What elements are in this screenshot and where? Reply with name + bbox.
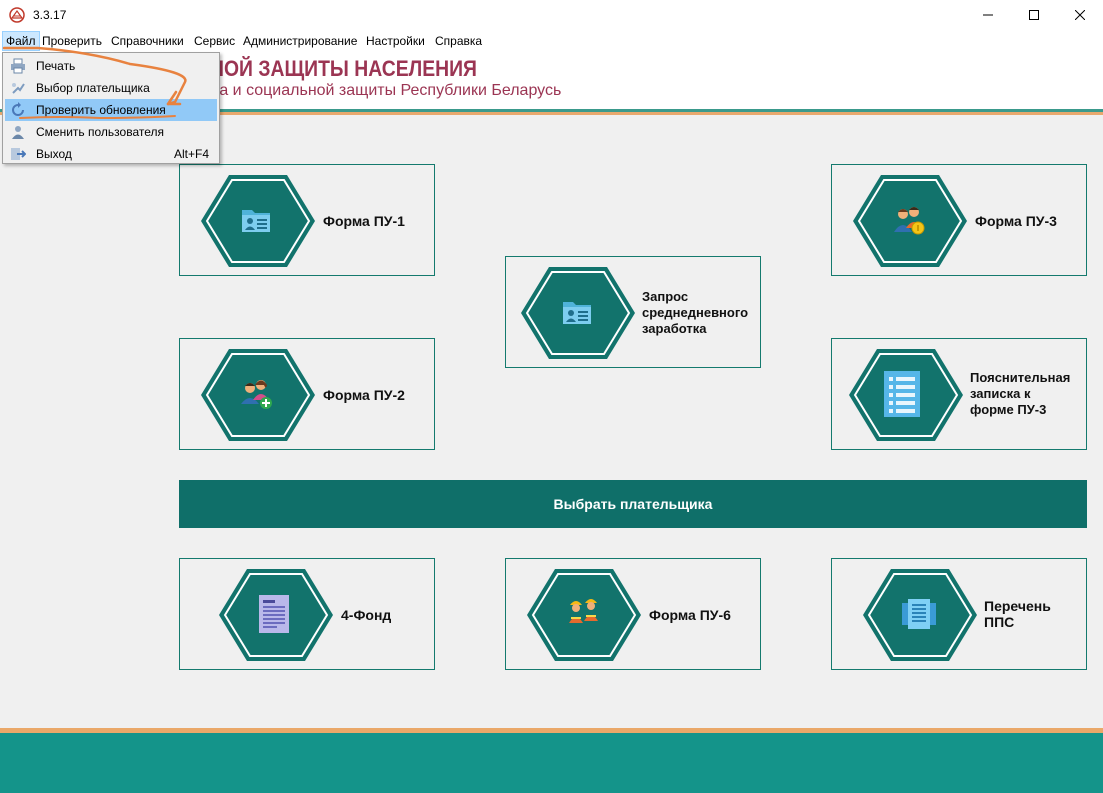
card-average-earnings-request[interactable]: Запрос среднедневного заработка <box>505 256 761 368</box>
menu-references[interactable]: Справочники <box>108 31 187 51</box>
card-label: Пояснительная записка к форме ПУ-3 <box>970 370 1071 417</box>
pick-payer-icon <box>12 83 25 94</box>
card-pu1[interactable]: Форма ПУ-1 <box>179 164 435 276</box>
card-label: Форма ПУ-6 <box>649 607 731 623</box>
people-coin-icon <box>894 207 925 235</box>
refresh-icon <box>12 102 24 116</box>
banner-title: НОЙ ЗАЩИТЫ НАСЕЛЕНИЯ <box>210 56 477 81</box>
file-menu-dropdown: Печать Выбор плательщика Проверить обнов… <box>2 52 220 164</box>
card-label: Форма ПУ-3 <box>975 213 1057 229</box>
shortcut-label: Alt+F4 <box>173 147 209 161</box>
file-menu-exit[interactable]: Выход Alt+F4 <box>5 143 217 165</box>
card-pps-list[interactable]: Перечень ППС <box>831 558 1087 670</box>
exit-icon <box>11 148 26 160</box>
menu-file[interactable]: Файл <box>2 31 40 51</box>
file-menu-check-updates[interactable]: Проверить обновления <box>5 99 217 121</box>
card-label: Форма ПУ-1 <box>323 213 405 229</box>
list-document-icon <box>884 371 920 417</box>
menu-help[interactable]: Справка <box>432 31 485 51</box>
card-label: Перечень ППС <box>984 598 1051 630</box>
main-panel: Форма ПУ-1 Форма ПУ-3 Запрос среднедневн… <box>0 115 1103 728</box>
card-4-fond[interactable]: 4-Фонд <box>179 558 435 670</box>
card-label: Форма ПУ-2 <box>323 387 405 403</box>
user-icon <box>12 126 24 139</box>
file-menu-print[interactable]: Печать <box>5 55 217 77</box>
card-explanatory-note[interactable]: Пояснительная записка к форме ПУ-3 <box>831 338 1087 450</box>
documents-stack-icon <box>902 599 936 629</box>
printer-icon <box>11 58 25 74</box>
card-pu2[interactable]: Форма ПУ-2 <box>179 338 435 450</box>
menu-check[interactable]: Проверить <box>39 31 105 51</box>
select-payer-button[interactable]: Выбрать плательщика <box>179 480 1087 528</box>
card-pu6[interactable]: Форма ПУ-6 <box>505 558 761 670</box>
close-icon <box>1075 10 1085 20</box>
minimize-button[interactable] <box>965 0 1011 30</box>
file-menu-select-payer[interactable]: Выбор плательщика <box>5 77 217 99</box>
banner-subtitle: да и социальной защиты Республики Белару… <box>210 82 562 99</box>
maximize-button[interactable] <box>1011 0 1057 30</box>
card-label: 4-Фонд <box>341 607 392 623</box>
menu-administration[interactable]: Администрирование <box>240 31 360 51</box>
window-title: 3.3.17 <box>33 8 67 22</box>
people-add-icon <box>241 380 272 409</box>
menu-settings[interactable]: Настройки <box>363 31 428 51</box>
menu-service[interactable]: Сервис <box>191 31 238 51</box>
file-menu-switch-user[interactable]: Сменить пользователя <box>5 121 217 143</box>
title-bar: 3.3.17 <box>0 0 1103 30</box>
close-button[interactable] <box>1057 0 1103 30</box>
minimize-icon <box>983 14 993 16</box>
card-label: Запрос среднедневного заработка <box>642 289 749 336</box>
document-icon <box>259 595 289 633</box>
folder-person-icon <box>563 302 591 324</box>
workers-icon <box>569 599 598 623</box>
footer-bar <box>0 733 1103 793</box>
menu-bar: Файл Проверить Справочники Сервис Админи… <box>0 31 1103 51</box>
folder-person-icon <box>242 210 270 232</box>
card-pu3[interactable]: Форма ПУ-3 <box>831 164 1087 276</box>
maximize-icon <box>1029 10 1039 20</box>
app-logo-icon <box>9 7 25 23</box>
